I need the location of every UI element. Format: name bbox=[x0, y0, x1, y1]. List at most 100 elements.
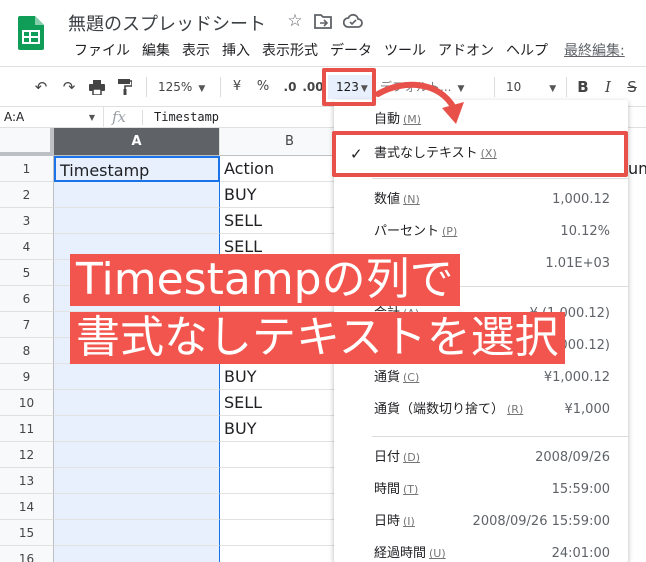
format-option-shortcut: (T) bbox=[403, 483, 419, 496]
format-option-shortcut: (I) bbox=[403, 515, 415, 528]
cell-a[interactable] bbox=[54, 182, 220, 208]
format-option-text: パーセント bbox=[374, 224, 440, 239]
format-option[interactable]: 時間 (T) 15:59:00 bbox=[334, 474, 628, 506]
menu-data[interactable]: データ bbox=[324, 40, 378, 62]
format-option-example: 15:59:00 bbox=[551, 482, 610, 497]
cell-a[interactable] bbox=[54, 208, 220, 234]
format-option-text: 数値 bbox=[374, 192, 401, 207]
cell-a[interactable] bbox=[54, 442, 220, 468]
format-option-label: 時間 (T) bbox=[374, 474, 418, 506]
sheets-logo-icon[interactable] bbox=[18, 16, 44, 50]
chevron-down-icon: ▼ bbox=[198, 84, 206, 94]
cell-c-partial[interactable]: um bbox=[628, 156, 646, 182]
format-option-label: パーセント (P) bbox=[374, 216, 457, 248]
bold-button[interactable]: B bbox=[574, 75, 592, 99]
row-header[interactable]: 3 bbox=[0, 208, 54, 234]
select-all-corner[interactable] bbox=[0, 128, 54, 156]
cell-a[interactable] bbox=[54, 546, 220, 562]
row-header[interactable]: 7 bbox=[0, 312, 54, 338]
move-folder-icon[interactable] bbox=[312, 10, 334, 32]
increase-decimal-button[interactable]: .00 bbox=[302, 75, 324, 99]
menu-edit[interactable]: 編集 bbox=[136, 40, 176, 62]
cell-a[interactable] bbox=[54, 364, 220, 390]
format-option-example: 1.01E+03 bbox=[545, 256, 610, 271]
font-size-select[interactable]: 10 ▼ bbox=[506, 75, 556, 99]
cloud-status-icon[interactable] bbox=[342, 10, 364, 32]
print-icon[interactable] bbox=[86, 75, 108, 99]
toolbar-divider bbox=[566, 77, 567, 97]
row-header[interactable]: 14 bbox=[0, 494, 54, 520]
menu-format[interactable]: 表示形式 bbox=[256, 40, 324, 62]
format-option-text: 日時 bbox=[374, 514, 401, 529]
formula-input[interactable]: Timestamp bbox=[154, 107, 219, 128]
format-option[interactable]: 経過時間 (U) 24:01:00 bbox=[334, 538, 628, 562]
format-option-example: 10.12% bbox=[560, 224, 610, 239]
menu-help[interactable]: ヘルプ bbox=[500, 40, 554, 62]
percent-format-button[interactable]: % bbox=[254, 75, 272, 99]
format-option[interactable]: 通貨（端数切り捨て） (R) ¥1,000 bbox=[334, 394, 628, 426]
currency-format-button[interactable]: ¥ bbox=[228, 75, 246, 99]
menu-bar: ファイル 編集 表示 挿入 表示形式 データ ツール アドオン ヘルプ 最終編集… bbox=[68, 40, 625, 62]
format-option-shortcut: (R) bbox=[507, 403, 524, 416]
format-option-shortcut: (N) bbox=[403, 193, 420, 206]
row-header[interactable]: 2 bbox=[0, 182, 54, 208]
document-title[interactable]: 無題のスプレッドシート bbox=[68, 10, 266, 36]
menu-insert[interactable]: 挿入 bbox=[216, 40, 256, 62]
format-option[interactable]: 日付 (D) 2008/09/26 bbox=[334, 442, 628, 474]
row-header[interactable]: 6 bbox=[0, 286, 54, 312]
cell-a[interactable] bbox=[54, 390, 220, 416]
menu-addons[interactable]: アドオン bbox=[432, 40, 500, 62]
italic-button[interactable]: I bbox=[600, 75, 616, 99]
decrease-decimal-button[interactable]: .0 bbox=[280, 75, 300, 99]
cell-a1-active[interactable]: Timestamp bbox=[54, 156, 220, 182]
undo-icon[interactable]: ↶ bbox=[30, 75, 52, 99]
menu-tools[interactable]: ツール bbox=[378, 40, 432, 62]
format-option-shortcut: (C) bbox=[403, 371, 420, 384]
font-size-value: 10 bbox=[506, 80, 522, 94]
paint-format-icon[interactable] bbox=[114, 75, 136, 99]
format-option-text: 通貨（端数切り捨て） bbox=[374, 402, 505, 417]
format-option[interactable]: 数値 (N) 1,000.12 bbox=[334, 184, 628, 216]
row-header[interactable]: 12 bbox=[0, 442, 54, 468]
row-header[interactable]: 11 bbox=[0, 416, 54, 442]
row-header[interactable]: 5 bbox=[0, 260, 54, 286]
format-option[interactable]: パーセント (P) 10.12% bbox=[334, 216, 628, 248]
cell-a[interactable] bbox=[54, 468, 220, 494]
format-option[interactable]: 通貨 (C) ¥1,000.12 bbox=[334, 362, 628, 394]
name-box-value: A:A bbox=[4, 110, 25, 124]
format-option-text: 日付 bbox=[374, 450, 401, 465]
row-header[interactable]: 9 bbox=[0, 364, 54, 390]
format-option-text: 経過時間 bbox=[374, 546, 427, 561]
row-header[interactable]: 13 bbox=[0, 468, 54, 494]
format-option-label: 通貨 (C) bbox=[374, 362, 419, 394]
format-option-shortcut: (P) bbox=[442, 225, 458, 238]
annotation-arrow-icon bbox=[375, 81, 464, 124]
row-header[interactable]: 16 bbox=[0, 546, 54, 562]
menu-file[interactable]: ファイル bbox=[68, 40, 136, 62]
row-header[interactable]: 8 bbox=[0, 338, 54, 364]
highlight-format-button bbox=[322, 68, 376, 106]
star-icon[interactable]: ☆ bbox=[284, 10, 306, 32]
format-option-label: 数値 (N) bbox=[374, 184, 420, 216]
cell-a[interactable] bbox=[54, 520, 220, 546]
cell-a[interactable] bbox=[54, 494, 220, 520]
chevron-down-icon: ▼ bbox=[549, 84, 557, 94]
redo-icon[interactable]: ↷ bbox=[58, 75, 80, 99]
format-option-shortcut: (U) bbox=[429, 547, 446, 560]
row-header[interactable]: 15 bbox=[0, 520, 54, 546]
strikethrough-button[interactable]: S bbox=[624, 75, 640, 99]
last-edit-link[interactable]: 最終編集: bbox=[554, 40, 625, 62]
format-option[interactable]: 日時 (I) 2008/09/26 15:59:00 bbox=[334, 506, 628, 538]
row-header[interactable]: 1 bbox=[0, 156, 54, 182]
name-box[interactable]: A:A ▼ bbox=[0, 107, 104, 128]
row-header[interactable]: 4 bbox=[0, 234, 54, 260]
cell-a[interactable] bbox=[54, 416, 220, 442]
menu-view[interactable]: 表示 bbox=[176, 40, 216, 62]
zoom-select[interactable]: 125% ▼ bbox=[158, 75, 205, 99]
formula-divider bbox=[142, 110, 143, 125]
format-option-example: 2008/09/26 bbox=[535, 450, 610, 465]
row-header[interactable]: 10 bbox=[0, 390, 54, 416]
column-header-a[interactable]: A bbox=[54, 128, 220, 156]
toolbar-divider bbox=[146, 77, 147, 97]
format-option-example: ¥1,000 bbox=[564, 402, 611, 417]
